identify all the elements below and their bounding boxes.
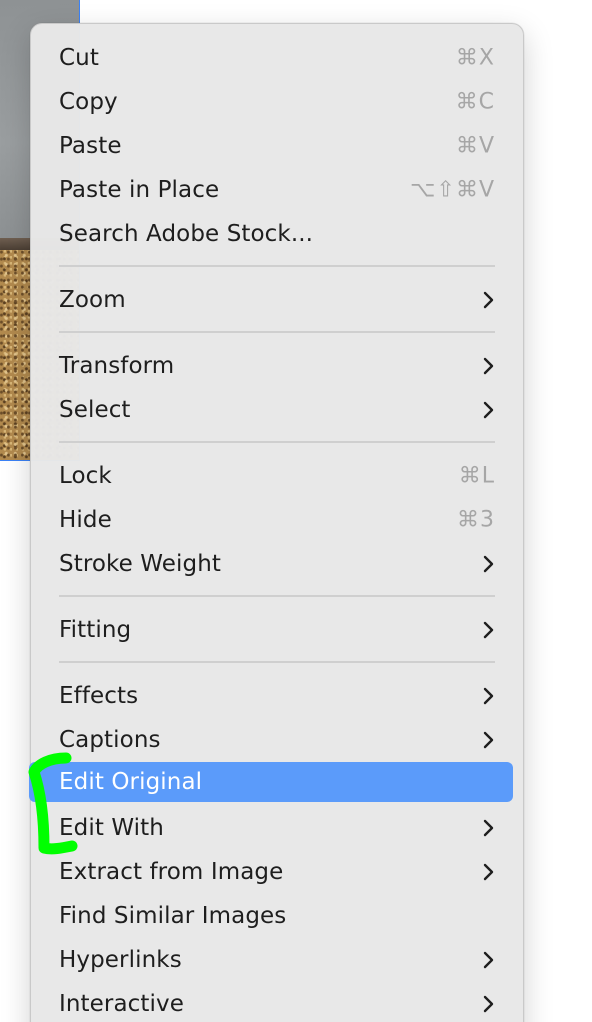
menu-separator [59, 265, 495, 267]
menu-item-captions[interactable]: Captions [31, 720, 523, 760]
menu-item-edit-with[interactable]: Edit With [31, 808, 523, 848]
menu-item-label: Find Similar Images [59, 903, 287, 929]
context-menu: Cut ⌘X Copy ⌘C Paste ⌘V Paste in Place ⌥… [29, 23, 524, 1022]
chevron-right-icon [481, 863, 495, 881]
menu-item-label: Search Adobe Stock... [59, 221, 314, 247]
menu-separator [59, 331, 495, 333]
menu-item-select[interactable]: Select [31, 390, 523, 430]
menu-item-transform[interactable]: Transform [31, 346, 523, 386]
menu-item-copy[interactable]: Copy ⌘C [31, 82, 523, 122]
chevron-right-icon [481, 555, 495, 573]
menu-item-hide[interactable]: Hide ⌘3 [31, 500, 523, 540]
menu-item-shortcut: ⌘3 [457, 507, 495, 533]
menu-item-edit-original[interactable]: Edit Original [29, 762, 523, 802]
screen: Cut ⌘X Copy ⌘C Paste ⌘V Paste in Place ⌥… [0, 0, 592, 1022]
chevron-right-icon [481, 621, 495, 639]
menu-item-label: Copy [59, 89, 118, 115]
menu-item-label: Interactive [59, 991, 184, 1017]
menu-item-shortcut: ⌘V [455, 133, 495, 159]
chevron-right-icon [481, 291, 495, 309]
menu-item-shortcut: ⌘L [458, 463, 495, 489]
menu-separator [59, 441, 495, 443]
menu-item-hyperlinks[interactable]: Hyperlinks [31, 940, 523, 980]
chevron-right-icon [481, 357, 495, 375]
menu-item-label: Paste in Place [59, 177, 220, 203]
menu-item-stroke-weight[interactable]: Stroke Weight [31, 544, 523, 584]
chevron-right-icon [481, 401, 495, 419]
menu-item-shortcut: ⌘C [455, 89, 495, 115]
menu-separator [59, 595, 495, 597]
menu-item-label: Stroke Weight [59, 551, 222, 577]
chevron-right-icon [481, 731, 495, 749]
menu-item-label: Captions [59, 727, 161, 753]
menu-item-label: Lock [59, 463, 112, 489]
menu-item-interactive[interactable]: Interactive [31, 984, 523, 1022]
menu-item-label: Cut [59, 45, 99, 71]
menu-item-lock[interactable]: Lock ⌘L [31, 456, 523, 496]
menu-item-extract-from-image[interactable]: Extract from Image [31, 852, 523, 892]
menu-item-paste[interactable]: Paste ⌘V [31, 126, 523, 166]
menu-item-label: Fitting [59, 617, 132, 643]
menu-item-label: Paste [59, 133, 122, 159]
menu-item-find-similar-images[interactable]: Find Similar Images [31, 896, 523, 936]
menu-item-shortcut: ⌥⇧⌘V [410, 177, 495, 203]
menu-item-label: Hide [59, 507, 112, 533]
menu-item-fitting[interactable]: Fitting [31, 610, 523, 650]
menu-item-search-adobe-stock[interactable]: Search Adobe Stock... [31, 214, 523, 254]
menu-item-label: Edit With [59, 815, 164, 841]
menu-item-paste-in-place[interactable]: Paste in Place ⌥⇧⌘V [31, 170, 523, 210]
chevron-right-icon [481, 687, 495, 705]
menu-item-label: Effects [59, 683, 139, 709]
chevron-right-icon [481, 819, 495, 837]
menu-item-label: Select [59, 397, 131, 423]
menu-item-label: Transform [59, 353, 175, 379]
chevron-right-icon [481, 995, 495, 1013]
menu-item-effects[interactable]: Effects [31, 676, 523, 716]
menu-item-label: Extract from Image [59, 859, 284, 885]
menu-item-cut[interactable]: Cut ⌘X [31, 38, 523, 78]
menu-item-label: Hyperlinks [59, 947, 182, 973]
chevron-right-icon [481, 951, 495, 969]
menu-item-zoom[interactable]: Zoom [31, 280, 523, 320]
menu-item-label: Zoom [59, 287, 126, 313]
menu-separator [59, 661, 495, 663]
menu-item-shortcut: ⌘X [455, 45, 495, 71]
menu-item-label: Edit Original [59, 769, 203, 795]
